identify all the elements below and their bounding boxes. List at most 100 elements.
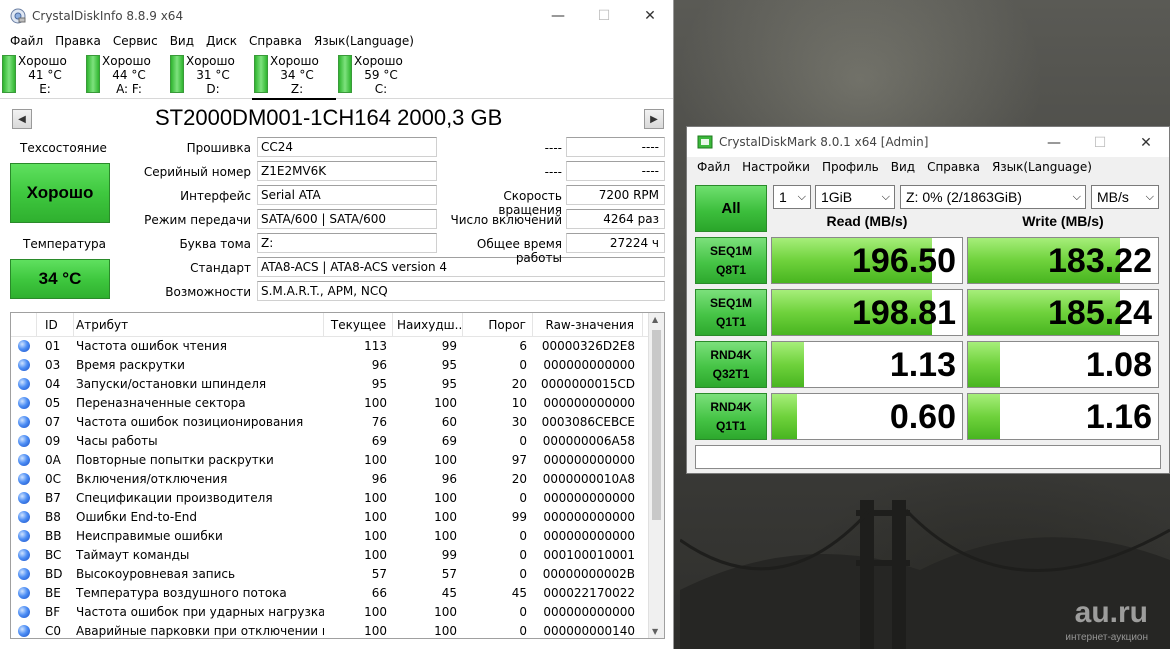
write-column-header: Write (MB/s) [1022, 213, 1104, 229]
smart-worst: 100 [434, 529, 457, 543]
test-button[interactable]: RND4K Q32T1 [695, 341, 767, 388]
menu-language[interactable]: Язык(Language) [986, 160, 1098, 174]
maximize-button[interactable]: ☐ [1077, 127, 1123, 158]
smart-row[interactable]: 05 Переназначенные сектора 100 100 10 0000000… [11, 394, 664, 413]
smart-row[interactable]: BC Таймаут команды 100 99 0 000100010001 [11, 546, 664, 565]
smart-row[interactable]: 0A Повторные попытки раскрутки 100 100 97 000… [11, 451, 664, 470]
smart-raw: 00000326D2E8 [541, 339, 635, 353]
smart-worst: 60 [441, 415, 457, 429]
smart-current: 57 [371, 567, 387, 581]
header-icon-column[interactable] [11, 313, 37, 336]
smart-row[interactable]: C0 Аварийные парковки при отключении пи..… [11, 622, 664, 638]
smart-row[interactable]: BF Частота ошибок при ударных нагрузках 10… [11, 603, 664, 622]
write-result-bar [968, 394, 1001, 439]
menu-language[interactable]: Язык(Language) [308, 34, 420, 48]
drive-tab-af[interactable]: Хорошо 44 °C A: F: [84, 51, 168, 99]
serial-value: Z1E2MV6K [257, 161, 437, 181]
smart-row[interactable]: B8 Ошибки End-to-End 100 100 99 000000000000 [11, 508, 664, 527]
smart-row[interactable]: 0C Включения/отключения 96 96 20 0000000010A8 [11, 470, 664, 489]
test-button[interactable]: SEQ1M Q1T1 [695, 289, 767, 336]
smart-row[interactable]: 04 Запуски/остановки шпинделя 95 95 20 000000… [11, 375, 664, 394]
test-queue: Q1T1 [715, 419, 746, 433]
scroll-up-icon[interactable]: ▲ [652, 315, 658, 324]
status-dot-icon [18, 473, 30, 485]
smart-worst: 96 [441, 472, 457, 486]
firmware-value: CC24 [257, 137, 437, 157]
smart-row[interactable]: BD Высокоуровневая запись 57 57 0 00000000002… [11, 565, 664, 584]
smart-row[interactable]: 07 Частота ошибок позиционирования 76 60 30 0… [11, 413, 664, 432]
test-count-select[interactable]: 1 ⌵ [773, 185, 811, 209]
smart-row[interactable]: 09 Часы работы 69 69 0 000000006A58 [11, 432, 664, 451]
run-all-button[interactable]: All [695, 185, 767, 232]
status-cell [11, 622, 37, 638]
smart-threshold: 30 [511, 415, 527, 429]
temperature-label: Температура [23, 237, 107, 251]
header-raw[interactable]: Raw-значения [533, 313, 643, 336]
status-cell [11, 508, 37, 527]
smart-row[interactable]: 01 Частота ошибок чтения 113 99 6 00000326D2E… [11, 337, 664, 356]
health-status-button[interactable]: Хорошо [10, 163, 110, 223]
drive-tab-c[interactable]: Хорошо 59 °C C: [336, 51, 420, 99]
drive-tab-d[interactable]: Хорошо 31 °C D: [168, 51, 252, 99]
features-value: S.M.A.R.T., APM, NCQ [257, 281, 665, 301]
header-current[interactable]: Текущее [324, 313, 393, 336]
next-disk-button[interactable]: ▶ [644, 109, 664, 129]
status-dot-icon [18, 359, 30, 371]
smart-row[interactable]: BB Неисправимые ошибки 100 100 0 000000000000 [11, 527, 664, 546]
smart-id: 04 [45, 377, 61, 391]
smart-worst: 100 [434, 605, 457, 619]
menu-profile[interactable]: Профиль [816, 160, 885, 174]
target-drive-select[interactable]: Z: 0% (2/1863GiB) ⌵ [900, 185, 1086, 209]
scroll-thumb[interactable] [652, 330, 661, 520]
cdi-titlebar[interactable]: CrystalDiskInfo 8.8.9 x64 — ☐ ✕ [0, 0, 673, 31]
drive-tab-z[interactable]: Хорошо 34 °C Z: [252, 51, 336, 100]
smart-row[interactable]: B7 Спецификации производителя 100 100 0 00000… [11, 489, 664, 508]
test-button[interactable]: SEQ1M Q8T1 [695, 237, 767, 284]
drive-tab-e[interactable]: Хорошо 41 °C E: [0, 51, 84, 99]
menu-view[interactable]: Вид [885, 160, 921, 174]
unit-select[interactable]: MB/s ⌵ [1091, 185, 1159, 209]
minimize-button[interactable]: — [1031, 127, 1077, 158]
test-button[interactable]: RND4K Q1T1 [695, 393, 767, 440]
menu-help[interactable]: Справка [243, 34, 308, 48]
menu-view[interactable]: Вид [164, 34, 200, 48]
menu-settings[interactable]: Настройки [736, 160, 816, 174]
smart-raw: 000000000140 [543, 624, 635, 638]
menu-file[interactable]: Файл [4, 34, 49, 48]
status-cell [11, 603, 37, 622]
scroll-down-icon[interactable]: ▼ [652, 627, 658, 636]
header-threshold[interactable]: Порог [463, 313, 533, 336]
close-button[interactable]: ✕ [1123, 127, 1169, 158]
smart-worst: 99 [441, 339, 457, 353]
menu-file[interactable]: Файл [691, 160, 736, 174]
menu-service[interactable]: Сервис [107, 34, 164, 48]
smart-id: BB [45, 529, 62, 543]
menu-disk[interactable]: Диск [200, 34, 243, 48]
smart-row[interactable]: 03 Время раскрутки 96 95 0 000000000000 [11, 356, 664, 375]
smart-raw: 0000000010A8 [542, 472, 635, 486]
drive-temp: 44 °C [112, 68, 146, 82]
power-hours-label: Общее время работы [476, 237, 562, 265]
prev-disk-button[interactable]: ◀ [12, 109, 32, 129]
menu-edit[interactable]: Правка [49, 34, 107, 48]
smart-row[interactable]: BE Температура воздушного потока 66 45 45 000… [11, 584, 664, 603]
minimize-button[interactable]: — [535, 0, 581, 31]
maximize-button[interactable]: ☐ [581, 0, 627, 31]
test-name: RND4K [710, 400, 752, 414]
smart-raw: 000000000000 [543, 491, 635, 505]
header-worst[interactable]: Наихудш... [393, 313, 463, 336]
temperature-value[interactable]: 34 °C [10, 259, 110, 299]
header-attribute[interactable]: Атрибут [74, 313, 324, 336]
smart-threshold: 45 [511, 586, 527, 600]
chevron-down-icon: ⌵ [797, 191, 806, 203]
test-size-select[interactable]: 1GiB ⌵ [815, 185, 895, 209]
cdm-titlebar[interactable]: CrystalDiskMark 8.0.1 x64 [Admin] — ☐ ✕ [687, 127, 1169, 157]
menu-help[interactable]: Справка [921, 160, 986, 174]
close-button[interactable]: ✕ [627, 0, 673, 31]
drive-status: Хорошо [186, 54, 235, 68]
comment-field[interactable] [695, 445, 1161, 469]
header-id[interactable]: ID [37, 313, 74, 336]
cdi-title: CrystalDiskInfo 8.8.9 x64 [32, 8, 184, 23]
smart-attribute: Высокоуровневая запись [76, 567, 236, 581]
smart-scrollbar[interactable]: ▲ ▼ [648, 313, 664, 638]
